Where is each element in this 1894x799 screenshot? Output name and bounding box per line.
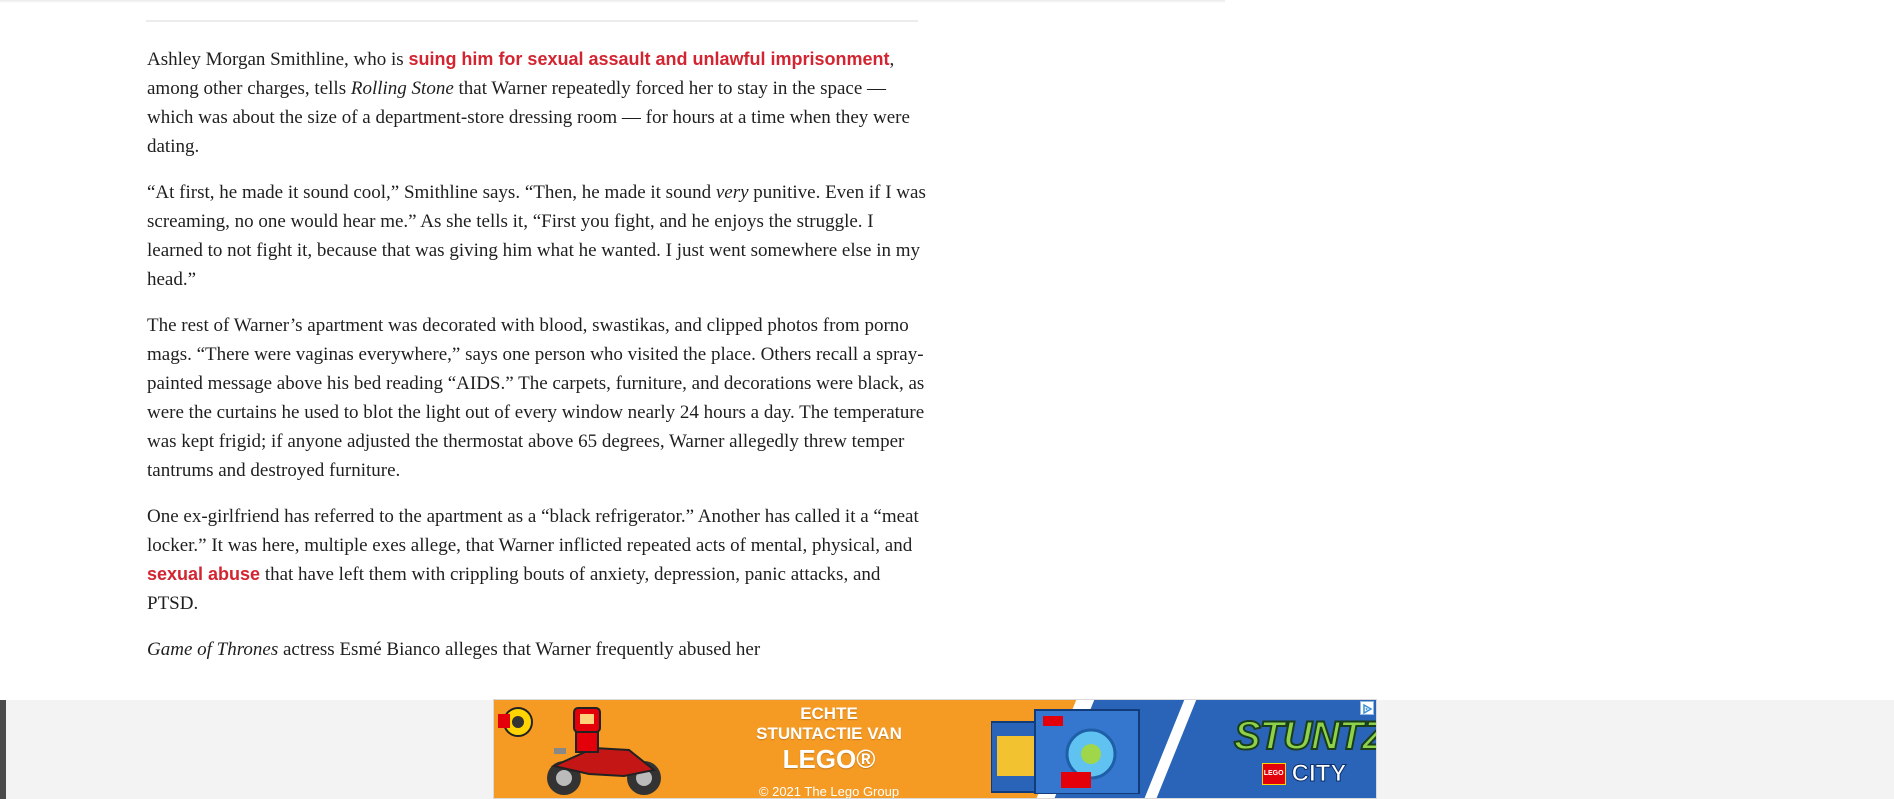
publication-name: Rolling Stone — [350, 78, 454, 99]
paragraph-text: actress Esmé Bianco alleges that Warner … — [278, 639, 761, 660]
stunt-bike-illustration — [498, 707, 661, 795]
section-divider — [146, 20, 918, 22]
article-paragraph-5: Game of Thrones actress Esmé Bianco alle… — [147, 635, 927, 664]
ad-headline: ECHTE STUNTACTIE VAN LEGO® — [729, 704, 929, 774]
paragraph-text: One ex-girlfriend has referred to the ap… — [147, 506, 919, 556]
ad-headline-line-1: ECHTE — [800, 704, 858, 723]
paragraph-text: The rest of Warner’s apartment was decor… — [147, 315, 925, 481]
article-paragraph-1: Ashley Morgan Smithline, who is suing hi… — [147, 45, 927, 161]
adchoices-triangle-icon — [1363, 703, 1373, 715]
lego-city-logo: LEGO CITY — [1261, 760, 1347, 788]
city-wordmark: CITY — [1291, 760, 1347, 788]
adchoices-icon[interactable] — [1360, 701, 1374, 715]
stuntz-logo: STUNTZ — [1233, 713, 1377, 759]
lego-logo-icon: LEGO — [1261, 763, 1286, 785]
paragraph-text: Ashley Morgan Smithline, who is — [147, 49, 409, 70]
lego-product-boxes-illustration — [991, 709, 1140, 794]
article-paragraph-4: One ex-girlfriend has referred to the ap… — [147, 502, 927, 618]
top-edge-shadow — [0, 0, 1225, 3]
article-paragraph-2: “At first, he made it sound cool,” Smith… — [147, 178, 927, 294]
show-title: Game of Thrones — [147, 639, 279, 660]
brand-block: STUNTZ LEGO CITY — [1233, 713, 1377, 788]
emphasis-text: very — [715, 182, 749, 203]
article-body: Ashley Morgan Smithline, who is suing hi… — [147, 45, 927, 681]
lawsuit-link[interactable]: suing him for sexual assault and unlawfu… — [408, 49, 889, 69]
lego-banner-ad[interactable]: ECHTE STUNTACTIE VAN LEGO® © 2021 The Le… — [493, 699, 1377, 799]
article-paragraph-3: The rest of Warner’s apartment was decor… — [147, 311, 927, 485]
ad-headline-line-2: STUNTACTIE VAN — [756, 724, 902, 743]
ad-headline-line-3: LEGO® — [782, 744, 876, 774]
sexual-abuse-link[interactable]: sexual abuse — [147, 564, 260, 584]
paragraph-text: “At first, he made it sound cool,” Smith… — [147, 182, 716, 203]
ad-copyright: © 2021 The Lego Group — [758, 784, 900, 799]
ad-bar-edge — [0, 700, 6, 799]
